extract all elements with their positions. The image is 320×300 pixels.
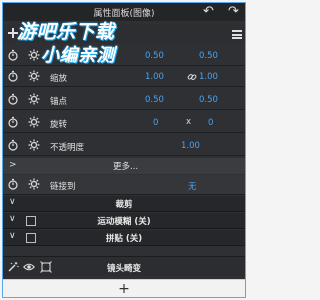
value-rotations[interactable]: 0 xyxy=(153,118,158,128)
value-opacity[interactable]: 1.00 xyxy=(181,141,200,151)
value-x[interactable]: 1.00 xyxy=(145,72,164,82)
property-label: 缩放 xyxy=(50,74,68,84)
undo-icon[interactable]: ↶ xyxy=(203,4,214,19)
more-label: 更多... xyxy=(113,162,139,172)
section-label: 拼贴 (关) xyxy=(105,234,143,244)
value-y[interactable]: 0.50 xyxy=(199,51,218,61)
add-effect-bar[interactable]: + xyxy=(3,279,245,297)
value-y[interactable]: 1.00 xyxy=(199,72,218,82)
gear-icon[interactable] xyxy=(28,70,40,82)
property-row-parent: 链接到 无 xyxy=(3,175,245,195)
stopwatch-icon[interactable] xyxy=(7,139,19,151)
value-x[interactable]: 0.50 xyxy=(145,95,164,105)
value-x[interactable]: 0.50 xyxy=(145,51,164,61)
section-tile[interactable]: ∨ 拼贴 (关) xyxy=(3,230,245,246)
property-label: 不透明度 xyxy=(50,143,85,153)
stopwatch-icon[interactable] xyxy=(7,178,19,190)
gear-icon[interactable] xyxy=(28,49,40,61)
value-y[interactable]: 0.50 xyxy=(199,95,218,105)
gear-icon[interactable] xyxy=(28,93,40,105)
section-crop[interactable]: ∨ 裁剪 xyxy=(3,196,245,212)
chevron-right-icon: > xyxy=(9,160,17,170)
stopwatch-icon[interactable] xyxy=(7,93,19,105)
rotation-separator: x xyxy=(186,117,192,127)
property-row-position: 0.50 0.50 xyxy=(3,46,245,66)
section-label: 运动模糊 (关) xyxy=(97,217,151,227)
value-degrees[interactable]: 0 xyxy=(208,118,213,128)
section-label: 裁剪 xyxy=(115,200,133,210)
gear-icon[interactable] xyxy=(28,139,40,151)
gear-icon[interactable] xyxy=(28,116,40,128)
more-toggle[interactable]: > 更多... xyxy=(3,158,245,174)
property-row-rotation: 旋转 0 x 0 xyxy=(3,113,245,133)
property-row-opacity: 不透明度 1.00 xyxy=(3,136,245,156)
property-label: 锚点 xyxy=(50,97,68,107)
property-row-scale: 缩放 1.00 1.00 xyxy=(3,67,245,87)
stopwatch-icon[interactable] xyxy=(7,49,19,61)
effect-label: 镜头畸变 xyxy=(106,264,141,274)
property-row-anchor: 锚点 0.50 0.50 xyxy=(3,90,245,110)
section-motion-blur[interactable]: ∨ 运动模糊 (关) xyxy=(3,213,245,229)
stopwatch-icon[interactable] xyxy=(7,116,19,128)
property-label: 链接到 xyxy=(50,182,76,192)
plus-icon: + xyxy=(118,281,130,297)
effect-row-lens-distortion: 镜头畸变 xyxy=(3,256,245,276)
watermark-line-1: 游吧乐下载 xyxy=(17,21,115,43)
parent-select[interactable]: 无 xyxy=(188,180,197,192)
spacer xyxy=(3,247,245,256)
redo-icon[interactable]: ↷ xyxy=(228,4,239,19)
properties-panel: 属性面板(图像) ↶ ↷ 游吧乐下载 小编亲测 0.50 0.50 缩放 1.0… xyxy=(2,2,246,298)
menu-icon[interactable] xyxy=(232,30,242,39)
gear-icon[interactable] xyxy=(28,178,40,190)
link-icon[interactable] xyxy=(187,72,197,82)
stopwatch-icon[interactable] xyxy=(7,70,19,82)
property-label: 旋转 xyxy=(50,120,68,130)
